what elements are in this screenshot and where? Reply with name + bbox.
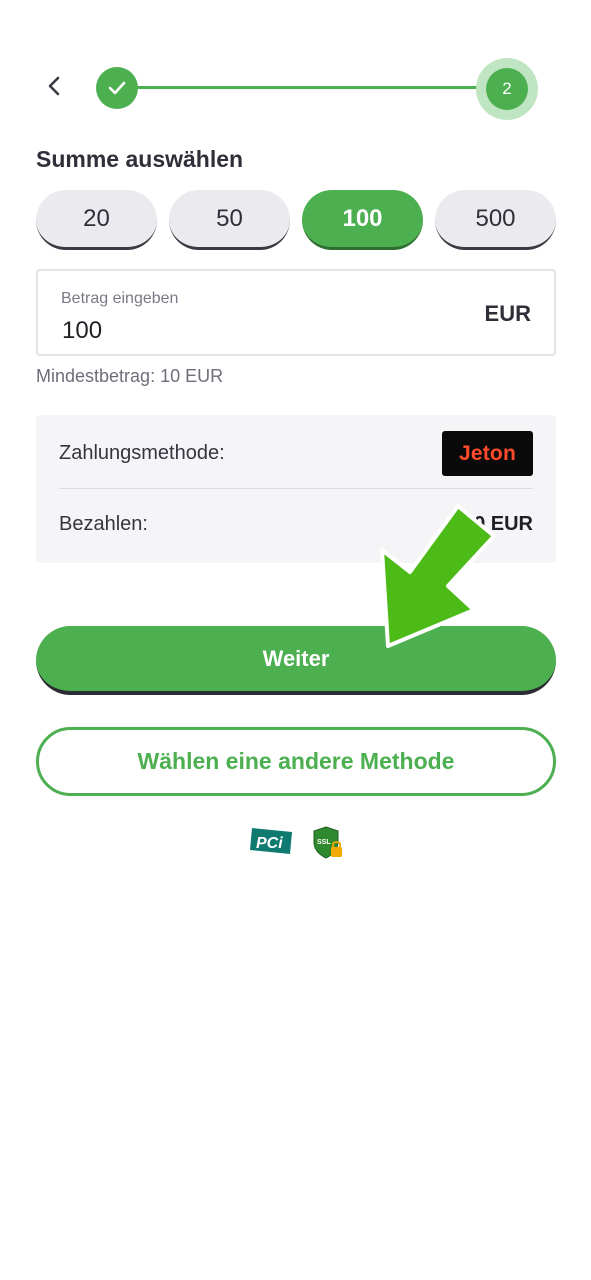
amount-preset-20[interactable]: 20 <box>36 190 157 250</box>
step-2-current: 2 <box>476 58 538 120</box>
divider <box>59 488 533 489</box>
amount-preset-50[interactable]: 50 <box>169 190 290 250</box>
back-button[interactable] <box>38 70 70 102</box>
amount-preset-100[interactable]: 100 <box>302 190 423 250</box>
amount-preset-500[interactable]: 500 <box>435 190 556 250</box>
chevron-left-icon <box>48 76 60 96</box>
pci-text: PCi <box>256 835 283 852</box>
ssl-icon: SSL <box>313 826 342 859</box>
progress-stepper: 2 <box>0 58 591 120</box>
step-number: 2 <box>486 68 528 110</box>
pci-icon: PCi <box>250 828 292 854</box>
amount-field-label: Betrag eingeben <box>61 290 179 307</box>
continue-button[interactable]: Weiter <box>36 626 556 695</box>
ssl-text: SSL <box>317 839 331 846</box>
payment-summary: Zahlungsmethode: Jeton Bezahlen: 100 EUR <box>36 415 556 563</box>
step-progress-line <box>130 86 490 89</box>
jeton-logo: Jeton <box>442 431 533 476</box>
pay-amount-value: 100 EUR <box>451 513 533 535</box>
currency-label: EUR <box>484 301 531 326</box>
payment-method-label: Zahlungsmethode: <box>59 442 225 464</box>
min-amount-hint: Mindestbetrag: 10 EUR <box>36 366 224 386</box>
pay-amount-label: Bezahlen: <box>59 513 148 535</box>
amount-field[interactable]: Betrag eingeben EUR <box>36 269 556 356</box>
check-icon <box>108 81 126 95</box>
step-1-completed <box>96 67 138 109</box>
amount-presets: 20 50 100 500 <box>36 190 556 250</box>
amount-input[interactable] <box>62 317 362 345</box>
security-badges: PCi SSL <box>248 824 348 860</box>
choose-other-method-button[interactable]: Wählen eine andere Methode <box>36 727 556 796</box>
section-title: Summe auswählen <box>36 146 244 172</box>
